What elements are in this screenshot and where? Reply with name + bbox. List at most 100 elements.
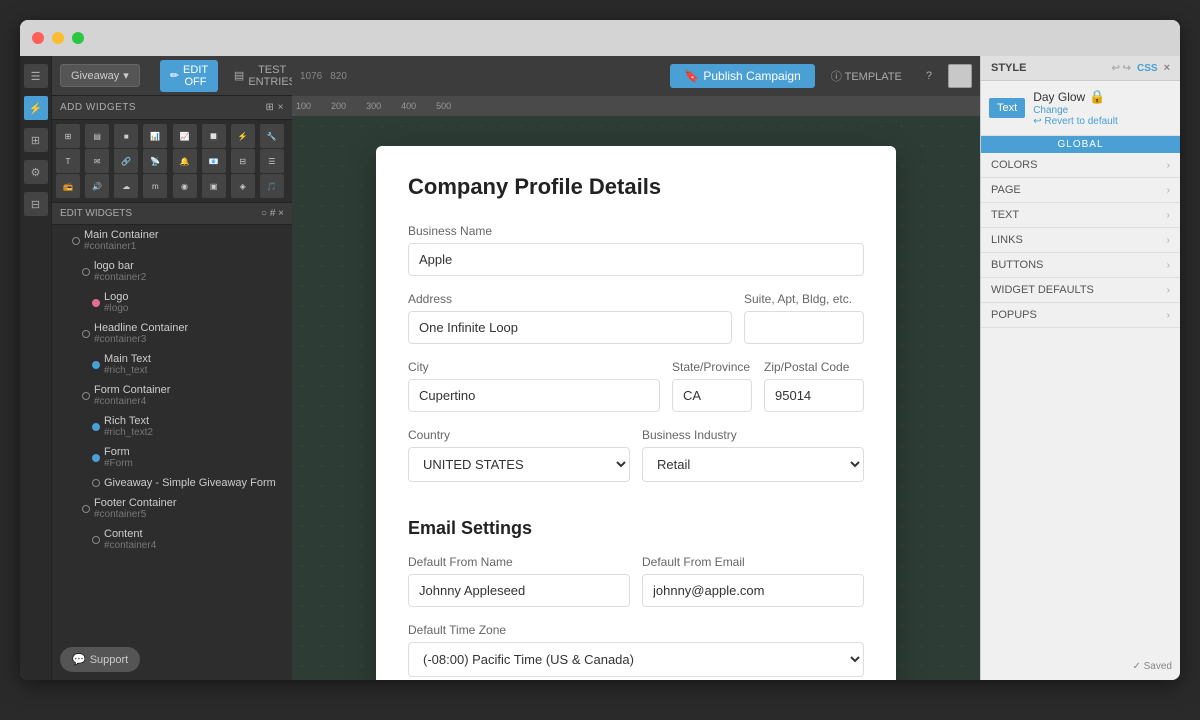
widget-cell-11[interactable]: 🔗 <box>114 149 138 173</box>
help-button[interactable]: ? <box>918 66 940 86</box>
widget-cell-21[interactable]: ◉ <box>173 174 197 198</box>
from-row: Default From Name Default From Email <box>408 555 864 623</box>
revert-style-link[interactable]: ↩ Revert to default <box>1033 116 1118 127</box>
widget-cell-7[interactable]: ⚡ <box>231 124 255 148</box>
country-label: Country <box>408 428 630 442</box>
support-button[interactable]: 💬 Support <box>60 647 140 672</box>
industry-select[interactable]: Retail Technology Healthcare <box>642 447 864 482</box>
dropdown-arrow-icon: ▾ <box>123 69 129 82</box>
address-input[interactable] <box>408 311 732 344</box>
widget-cell-18[interactable]: 🔊 <box>85 174 109 198</box>
tree-item-logo[interactable]: Logo #logo <box>52 287 292 318</box>
edit-widgets-controls: ○ # × <box>261 208 284 219</box>
widget-cell-6[interactable]: 🔲 <box>202 124 226 148</box>
widget-cell-14[interactable]: 📧 <box>202 149 226 173</box>
country-select[interactable]: UNITED STATES Canada United Kingdom <box>408 447 630 482</box>
layers-icon[interactable]: ⊞ <box>24 128 48 152</box>
color-swatch[interactable] <box>948 64 972 88</box>
tree-label: Rich Text <box>104 415 153 427</box>
industry-label: Business Industry <box>642 428 864 442</box>
style-section-buttons[interactable]: BUTTONS › <box>981 253 1180 278</box>
widget-cell-23[interactable]: ◈ <box>231 174 255 198</box>
tree-item-logo-bar[interactable]: logo bar #container2 <box>52 256 292 287</box>
widget-cell-2[interactable]: ▤ <box>85 124 109 148</box>
chevron-right-icon: › <box>1167 260 1170 271</box>
publish-campaign-button[interactable]: 🔖 Publish Campaign <box>670 64 814 88</box>
widget-cell-24[interactable]: 🎵 <box>260 174 284 198</box>
widget-cell-17[interactable]: 📻 <box>56 174 80 198</box>
widget-cell-22[interactable]: ▣ <box>202 174 226 198</box>
city-input[interactable] <box>408 379 660 412</box>
tree-item-rich-text[interactable]: Rich Text #rich_text2 <box>52 411 292 442</box>
widget-cell-12[interactable]: 📡 <box>143 149 167 173</box>
menu-icon[interactable]: ☰ <box>24 64 48 88</box>
edit-widgets-label: EDIT WIDGETS <box>60 208 132 219</box>
css-link[interactable]: CSS <box>1137 63 1158 74</box>
tree-item-content[interactable]: Content #container4 <box>52 524 292 555</box>
tree-dot-logo <box>92 299 100 307</box>
canvas-area: 1076 820 🔖 Publish Campaign ⓘ TEMPLATE ? <box>292 56 980 680</box>
suite-input[interactable] <box>744 311 864 344</box>
widget-cell-19[interactable]: ☁ <box>114 174 138 198</box>
business-name-label: Business Name <box>408 224 864 238</box>
widget-cell-9[interactable]: T <box>56 149 80 173</box>
sliders-icon[interactable]: ⊟ <box>24 192 48 216</box>
style-section-colors[interactable]: COLORS › <box>981 153 1180 178</box>
change-style-link[interactable]: Change <box>1033 105 1118 116</box>
from-email-input[interactable] <box>642 574 864 607</box>
style-section-text[interactable]: TEXT › <box>981 203 1180 228</box>
state-input[interactable] <box>672 379 752 412</box>
tree-sub: #Form <box>104 458 133 469</box>
style-name: Day Glow <box>1033 90 1085 104</box>
undo-redo-controls[interactable]: ↩ ↪ <box>1111 63 1131 74</box>
tree-sub: #container3 <box>94 334 188 345</box>
style-section-widget-defaults[interactable]: WIDGET DEFAULTS › <box>981 278 1180 303</box>
widget-tree: Main Container #container1 logo bar #con… <box>52 225 292 555</box>
zip-input[interactable] <box>764 379 864 412</box>
widget-cell-15[interactable]: ⊟ <box>231 149 255 173</box>
giveaway-dropdown[interactable]: Giveaway ▾ <box>60 64 140 87</box>
widget-cell-5[interactable]: 📈 <box>173 124 197 148</box>
widget-cell-4[interactable]: 📊 <box>143 124 167 148</box>
tree-item-giveaway-form[interactable]: Giveaway - Simple Giveaway Form <box>52 473 292 493</box>
address-group: Address <box>408 292 732 344</box>
widget-cell-8[interactable]: 🔧 <box>260 124 284 148</box>
widget-cell-20[interactable]: m <box>143 174 167 198</box>
edit-off-button[interactable]: ✏ EDIT OFF <box>160 60 218 92</box>
tree-dot-footer <box>82 505 90 513</box>
tree-sub: #container4 <box>104 540 156 551</box>
minimize-button[interactable] <box>52 32 64 44</box>
widget-cell-13[interactable]: 🔔 <box>173 149 197 173</box>
tree-item-form-container[interactable]: Form Container #container4 <box>52 380 292 411</box>
style-section-links[interactable]: LINKS › <box>981 228 1180 253</box>
tree-item-footer-container[interactable]: Footer Container #container5 <box>52 493 292 524</box>
tree-item-headline[interactable]: Headline Container #container3 <box>52 318 292 349</box>
maximize-button[interactable] <box>72 32 84 44</box>
widget-cell-10[interactable]: ✉ <box>85 149 109 173</box>
from-name-input[interactable] <box>408 574 630 607</box>
close-button[interactable] <box>32 32 44 44</box>
style-section-page[interactable]: PAGE › <box>981 178 1180 203</box>
tree-item-form[interactable]: Form #Form <box>52 442 292 473</box>
modal-overlay: Company Profile Details Business Name Ad… <box>292 116 980 680</box>
widget-cell-1[interactable]: ⊞ <box>56 124 80 148</box>
template-button[interactable]: ⓘ TEMPLATE <box>823 64 910 88</box>
widget-cell-16[interactable]: ☰ <box>260 149 284 173</box>
tree-item-main-text[interactable]: Main Text #rich_text <box>52 349 292 380</box>
business-name-input[interactable] <box>408 243 864 276</box>
tree-item-main-container[interactable]: Main Container #container1 <box>52 225 292 256</box>
widget-cell-3[interactable]: ■ <box>114 124 138 148</box>
timezone-select[interactable]: (-08:00) Pacific Time (US & Canada) (-07… <box>408 642 864 677</box>
address-label: Address <box>408 292 732 306</box>
settings-icon[interactable]: ⚙ <box>24 160 48 184</box>
list-icon: ▤ <box>234 69 244 82</box>
pencil-icon: ✏ <box>170 69 179 82</box>
tree-label: Giveaway - Simple Giveaway Form <box>104 477 276 489</box>
style-section-popups[interactable]: POPUPS › <box>981 303 1180 328</box>
country-industry-row: Country UNITED STATES Canada United King… <box>408 428 864 498</box>
state-col: State/Province <box>672 360 752 428</box>
tree-dot-content <box>92 536 100 544</box>
lightning-icon[interactable]: ⚡ <box>24 96 48 120</box>
add-widgets-header: ADD WIDGETS ⊞ × <box>52 96 292 120</box>
close-right-sidebar-icon[interactable]: × <box>1164 62 1170 74</box>
